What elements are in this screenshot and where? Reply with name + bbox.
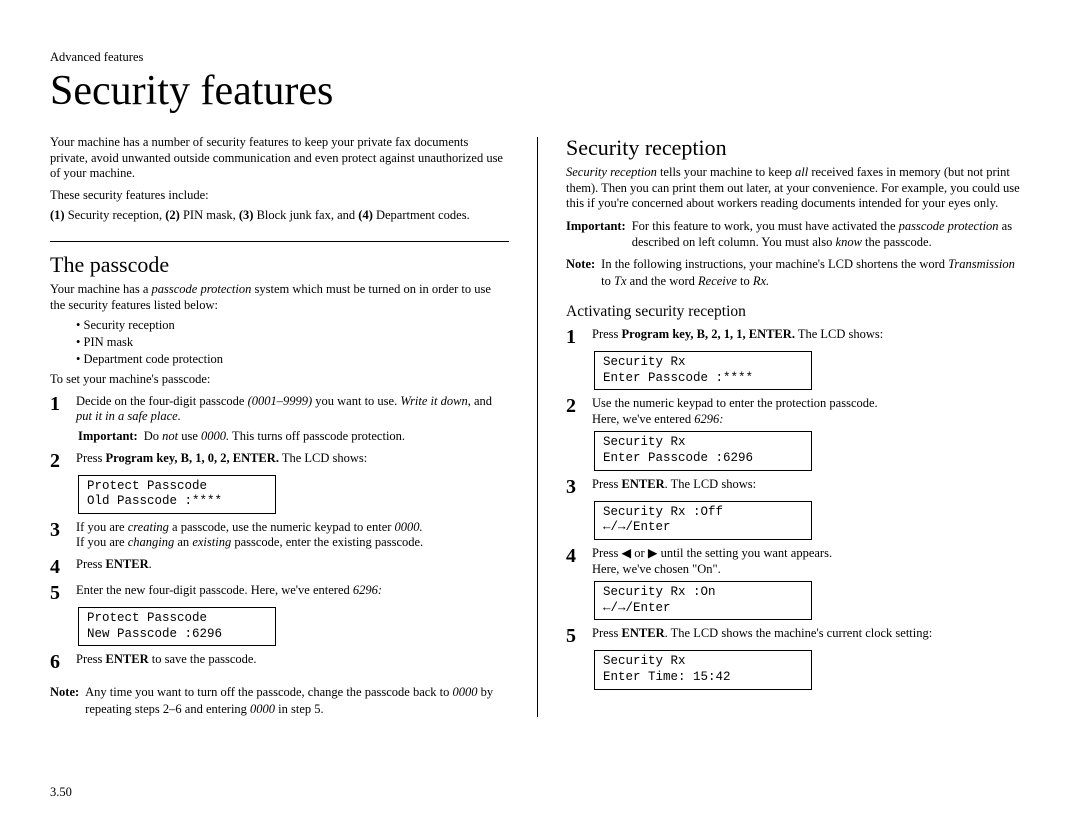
step-number: 2: [566, 396, 584, 427]
left-column: Your machine has a number of security fe…: [50, 135, 509, 717]
list-item: Department code protection: [76, 351, 509, 368]
passcode-step-5: 5 Enter the new four-digit passcode. Her…: [50, 583, 509, 603]
secrx-step-4: 4 Press ◀ or ▶ until the setting you wan…: [566, 546, 1025, 577]
passcode-note: Note: Any time you want to turn off the …: [50, 684, 509, 717]
heading-activating: Activating security reception: [566, 303, 1025, 321]
secrx-important: Important: For this feature to work, you…: [566, 218, 1025, 251]
intro-para-1: Your machine has a number of security fe…: [50, 135, 509, 182]
heading-passcode: The passcode: [50, 252, 509, 278]
lcd-protect-new: Protect Passcode New Passcode :6296: [78, 607, 276, 646]
lcd-secrx-time: Security Rx Enter Time: 15:42: [594, 650, 812, 689]
list-item: Security reception: [76, 317, 509, 334]
left-arrow-icon: ◀: [622, 546, 632, 560]
step-number: 3: [50, 520, 68, 551]
heading-security-reception: Security reception: [566, 135, 1025, 161]
passcode-step-3: 3 If you are creating a passcode, use th…: [50, 520, 509, 551]
running-header: Advanced features: [50, 50, 1025, 65]
section-separator: [50, 241, 509, 242]
step-number: 5: [566, 626, 584, 646]
intro-para-3: (1) Security reception, (2) PIN mask, (3…: [50, 208, 509, 224]
secrx-step-5: 5 Press ENTER. The LCD shows the machine…: [566, 626, 1025, 646]
passcode-step-4: 4 Press ENTER.: [50, 557, 509, 577]
passcode-step-2: 2 Press Program key, B, 1, 0, 2, ENTER. …: [50, 451, 509, 471]
passcode-feature-list: Security reception PIN mask Department c…: [50, 317, 509, 368]
step-number: 5: [50, 583, 68, 603]
step-number: 4: [50, 557, 68, 577]
step-number: 4: [566, 546, 584, 577]
lcd-secrx-passcode-blank: Security Rx Enter Passcode :****: [594, 351, 812, 390]
step-number: 3: [566, 477, 584, 497]
intro-para-2: These security features include:: [50, 188, 509, 204]
passcode-intro: Your machine has a passcode protection s…: [50, 282, 509, 313]
step-number: 1: [50, 394, 68, 425]
step-number: 1: [566, 327, 584, 347]
passcode-step-1: 1 Decide on the four-digit passcode (000…: [50, 394, 509, 425]
page-title: Security features: [50, 67, 1025, 115]
secrx-step-2: 2 Use the numeric keypad to enter the pr…: [566, 396, 1025, 427]
secrx-step-3: 3 Press ENTER. The LCD shows:: [566, 477, 1025, 497]
step-number: 2: [50, 451, 68, 471]
column-divider: [537, 137, 538, 717]
passcode-step-6: 6 Press ENTER to save the passcode.: [50, 652, 509, 672]
secrx-step-1: 1 Press Program key, B, 2, 1, 1, ENTER. …: [566, 327, 1025, 347]
secrx-note: Note: In the following instructions, you…: [566, 256, 1025, 289]
lcd-secrx-passcode-entered: Security Rx Enter Passcode :6296: [594, 431, 812, 470]
right-arrow-icon: ▶: [648, 546, 658, 560]
list-item: PIN mask: [76, 334, 509, 351]
step-number: 6: [50, 652, 68, 672]
lcd-secrx-on: Security Rx :On ←/→/Enter: [594, 581, 812, 620]
passcode-set-intro: To set your machine's passcode:: [50, 372, 509, 388]
right-column: Security reception Security reception te…: [566, 135, 1025, 717]
lcd-protect-old: Protect Passcode Old Passcode :****: [78, 475, 276, 514]
important-0000: Important: Do not use 0000. This turns o…: [78, 429, 509, 445]
page-number: 3.50: [50, 785, 72, 800]
secrx-intro: Security reception tells your machine to…: [566, 165, 1025, 212]
lcd-secrx-off: Security Rx :Off ←/→/Enter: [594, 501, 812, 540]
